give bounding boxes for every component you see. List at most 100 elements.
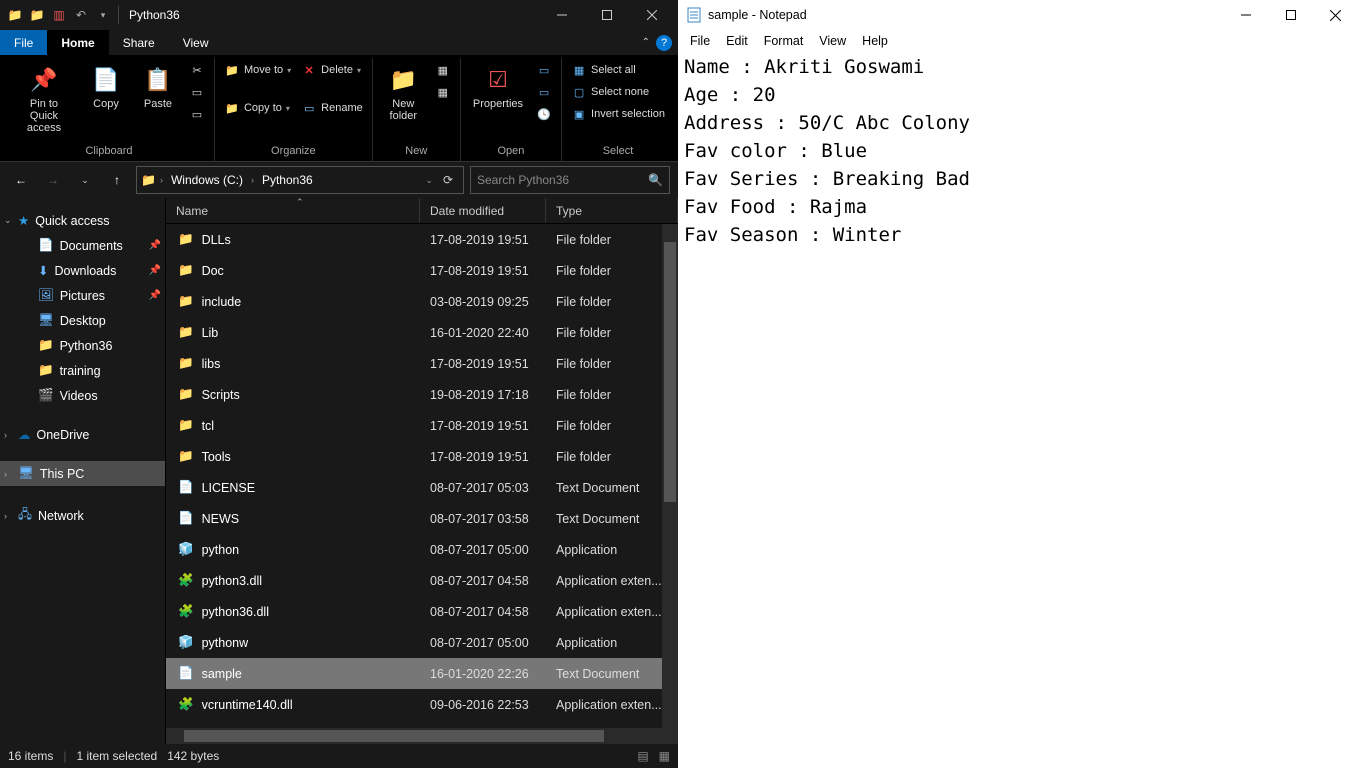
sidebar-item[interactable]: 📁training [0,358,165,383]
search-icon[interactable]: 🔍 [648,173,663,187]
column-type[interactable]: Type [546,198,678,223]
file-row[interactable]: 🧊pythonw08-07-2017 05:00Application [166,627,678,658]
new-folder-button[interactable]: 📁 New folder [379,60,428,126]
vertical-scrollbar[interactable] [662,224,678,728]
copy-to-button[interactable]: 📁Copy to ▾ [221,98,294,118]
breadcrumb[interactable]: Python36 [258,173,317,187]
sidebar-onedrive[interactable]: › ☁ OneDrive [0,422,165,447]
scrollbar-thumb[interactable] [184,730,604,742]
sidebar-item[interactable]: 📁Python36 [0,333,165,358]
chevron-right-icon[interactable]: › [4,469,7,479]
file-row[interactable]: 📁Lib16-01-2020 22:40File folder [166,317,678,348]
select-all-button[interactable]: ▦Select all [568,60,668,80]
minimize-button[interactable] [539,0,584,30]
horizontal-scrollbar[interactable] [166,728,678,744]
file-row[interactable]: 🧩python3.dll08-07-2017 04:58Application … [166,565,678,596]
new-item-button[interactable]: ▦ [432,60,454,80]
select-none-button[interactable]: ▢Select none [568,82,668,102]
properties-qat-icon[interactable]: ▥ [48,4,70,26]
menu-file[interactable]: File [682,32,718,50]
chevron-right-icon[interactable]: › [4,511,7,521]
refresh-button[interactable]: ⟳ [437,173,459,187]
pin-to-quick-access-button[interactable]: 📌 Pin to Quick access [10,60,78,138]
file-row[interactable]: 📁Tools17-08-2019 19:51File folder [166,441,678,472]
sidebar-quick-access[interactable]: ⌄ ★ Quick access [0,208,165,233]
notepad-text-area[interactable]: Name : Akriti Goswami Age : 20 Address :… [678,51,1366,768]
menu-help[interactable]: Help [854,32,896,50]
menu-view[interactable]: View [811,32,854,50]
menu-edit[interactable]: Edit [718,32,756,50]
sidebar-item[interactable]: 🖥Desktop [0,308,165,333]
thumbnails-view-button[interactable]: ▦ [659,749,670,763]
back-button[interactable]: ← [8,167,34,193]
chevron-right-icon[interactable]: › [160,175,163,185]
invert-selection-button[interactable]: ▣Invert selection [568,104,668,124]
tab-view[interactable]: View [169,30,223,55]
folder-icon[interactable]: 📁 [26,4,48,26]
search-box[interactable]: Search Python36 🔍 [470,166,670,194]
maximize-button[interactable] [1268,0,1313,30]
history-button[interactable]: 🕓 [533,104,555,124]
tab-home[interactable]: Home [47,30,108,55]
chevron-down-icon[interactable]: ⌄ [425,175,433,186]
chevron-down-icon[interactable]: ⌄ [4,215,12,226]
up-button[interactable]: ↑ [104,167,130,193]
undo-icon[interactable]: ↶ [70,4,92,26]
rename-button[interactable]: ▭Rename [298,98,366,118]
file-rows[interactable]: 📁DLLs17-08-2019 19:51File folder📁Doc17-0… [166,224,678,728]
open-button[interactable]: ▭ [533,60,555,80]
column-date[interactable]: Date modified [420,198,546,223]
copy-path-button[interactable]: ▭ [186,82,208,102]
file-row[interactable]: 📄sample16-01-2020 22:26Text Document [166,658,678,689]
delete-button[interactable]: ✕Delete ▾ [298,60,366,80]
file-row[interactable]: 📄NEWS08-07-2017 03:58Text Document [166,503,678,534]
file-row[interactable]: 🧊python08-07-2017 05:00Application [166,534,678,565]
sidebar-network[interactable]: › 🖧 Network [0,500,165,531]
recent-locations-button[interactable]: ⌄ [72,167,98,193]
maximize-button[interactable] [584,0,629,30]
notepad-titlebar[interactable]: sample - Notepad [678,0,1366,30]
copy-button[interactable]: 📄 Copy [82,60,130,114]
qat-dropdown-icon[interactable]: ▾ [92,4,114,26]
column-name[interactable]: Name [166,198,420,223]
paste-shortcut-button[interactable]: ▭ [186,104,208,124]
file-row[interactable]: 🧩vcruntime140.dll09-06-2016 22:53Applica… [166,689,678,720]
address-bar[interactable]: 📁 › Windows (C:) › Python36 ⌄ ⟳ [136,166,464,194]
easy-access-button[interactable]: ▦ [432,82,454,102]
file-row[interactable]: 📄LICENSE08-07-2017 05:03Text Document [166,472,678,503]
menu-format[interactable]: Format [756,32,812,50]
paste-button[interactable]: 📋 Paste [134,60,182,114]
file-row[interactable]: 📁Doc17-08-2019 19:51File folder [166,255,678,286]
move-to-button[interactable]: 📁Move to ▾ [221,60,294,80]
file-row[interactable]: 📁tcl17-08-2019 19:51File folder [166,410,678,441]
file-row[interactable]: 📁libs17-08-2019 19:51File folder [166,348,678,379]
sidebar-item[interactable]: 📄Documents📌 [0,233,165,258]
sidebar-item[interactable]: 🎬Videos [0,383,165,408]
tab-share[interactable]: Share [109,30,169,55]
edit-button[interactable]: ▭ [533,82,555,102]
folder-icon[interactable]: 📁 [4,4,26,26]
navigation-pane[interactable]: ⌄ ★ Quick access 📄Documents📌⬇Downloads📌🖼… [0,198,165,744]
column-headers[interactable]: Name Date modified Type ⌃ [166,198,678,224]
breadcrumb[interactable]: Windows (C:) [167,173,247,187]
cut-button[interactable]: ✂ [186,60,208,80]
explorer-titlebar[interactable]: 📁 📁 ▥ ↶ ▾ Python36 [0,0,678,30]
properties-button[interactable]: ☑ Properties [467,60,529,114]
close-button[interactable] [629,0,674,30]
sidebar-item[interactable]: 🖼Pictures📌 [0,283,165,308]
file-row[interactable]: 📁Scripts19-08-2019 17:18File folder [166,379,678,410]
sidebar-this-pc[interactable]: › 🖥 This PC [0,461,165,486]
file-row[interactable]: 📁DLLs17-08-2019 19:51File folder [166,224,678,255]
close-button[interactable] [1313,0,1358,30]
chevron-right-icon[interactable]: › [4,430,7,440]
chevron-right-icon[interactable]: › [251,175,254,185]
file-row[interactable]: 🧩python36.dll08-07-2017 04:58Application… [166,596,678,627]
forward-button[interactable]: → [40,167,66,193]
tab-file[interactable]: File [0,30,47,55]
file-row[interactable]: 📁include03-08-2019 09:25File folder [166,286,678,317]
minimize-button[interactable] [1223,0,1268,30]
sidebar-item[interactable]: ⬇Downloads📌 [0,258,165,283]
details-view-button[interactable]: ▤ [637,749,648,763]
collapse-ribbon-icon[interactable]: ⌃ [642,37,650,48]
help-icon[interactable]: ? [656,35,672,51]
